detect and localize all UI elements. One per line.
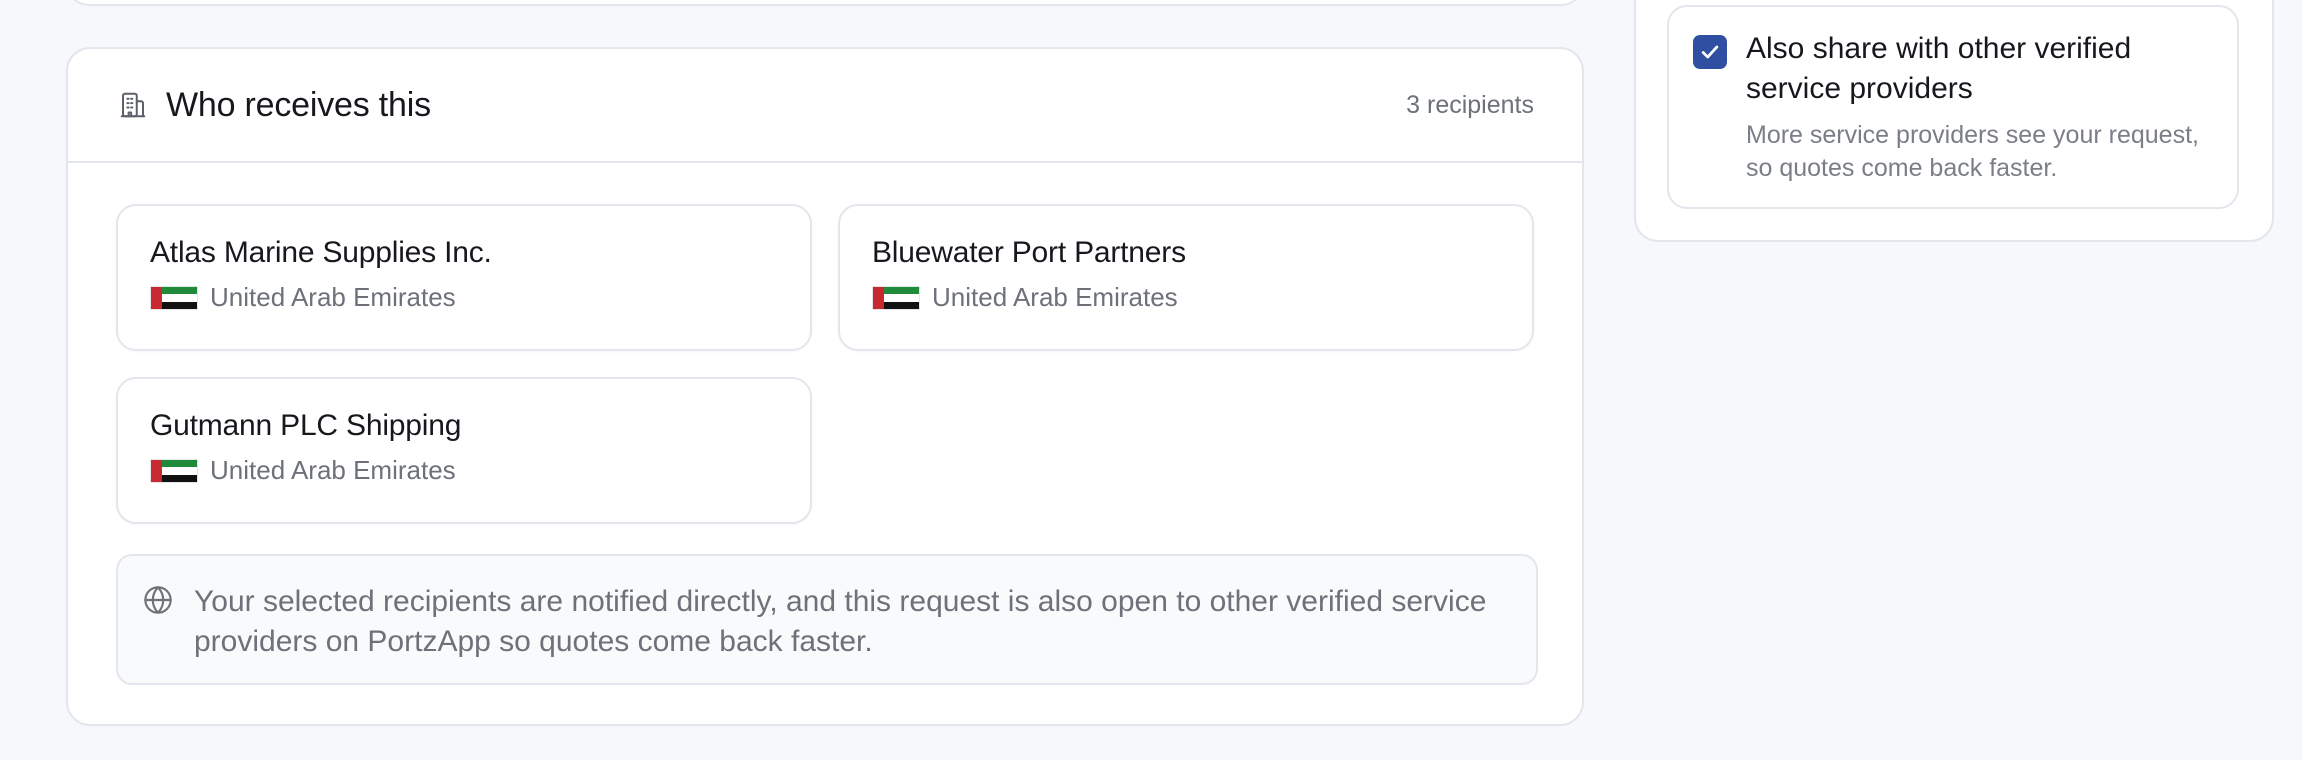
recipient-count: 3 recipients bbox=[1406, 90, 1534, 119]
previous-card bbox=[66, 0, 1584, 6]
recipient-name: Gutmann PLC Shipping bbox=[150, 409, 462, 442]
recipient-country: United Arab Emirates bbox=[210, 455, 456, 485]
recipient-location: United Arab Emirates bbox=[150, 282, 778, 313]
uae-flag-icon bbox=[150, 458, 198, 483]
share-checkbox[interactable] bbox=[1693, 35, 1727, 69]
recipients-card: Who receives this 3 recipients Atlas Mar… bbox=[66, 47, 1584, 726]
recipient-card: Gutmann PLC Shipping United Arab Emirate… bbox=[116, 377, 812, 524]
share-option-title: Also share with other verified service p… bbox=[1746, 32, 2132, 105]
recipient-location: United Arab Emirates bbox=[150, 455, 778, 486]
recipient-card: Bluewater Port Partners United Arab Emir… bbox=[838, 204, 1534, 351]
globe-icon bbox=[142, 584, 176, 618]
page: Who receives this 3 recipients Atlas Mar… bbox=[0, 0, 2302, 760]
recipient-card: Atlas Marine Supplies Inc. United Arab E… bbox=[116, 204, 812, 351]
notice-text: Your selected recipients are notified di… bbox=[194, 585, 1487, 658]
recipients-card-header: Who receives this 3 recipients bbox=[68, 49, 1582, 163]
share-with-providers-option[interactable]: Also share with other verified service p… bbox=[1667, 5, 2239, 209]
share-option-description: More service providers see your request,… bbox=[1746, 121, 2199, 182]
building-icon bbox=[116, 88, 150, 122]
recipient-location: United Arab Emirates bbox=[872, 282, 1500, 313]
recipient-list: Atlas Marine Supplies Inc. United Arab E… bbox=[116, 204, 1538, 524]
recipient-country: United Arab Emirates bbox=[210, 282, 456, 312]
open-request-notice: Your selected recipients are notified di… bbox=[116, 554, 1538, 685]
recipient-country: United Arab Emirates bbox=[932, 282, 1178, 312]
uae-flag-icon bbox=[872, 285, 920, 310]
recipient-name: Bluewater Port Partners bbox=[872, 236, 1186, 269]
section-title: Who receives this bbox=[166, 85, 431, 124]
checkmark-icon bbox=[1701, 45, 1719, 59]
recipient-name: Atlas Marine Supplies Inc. bbox=[150, 236, 492, 269]
uae-flag-icon bbox=[150, 285, 198, 310]
